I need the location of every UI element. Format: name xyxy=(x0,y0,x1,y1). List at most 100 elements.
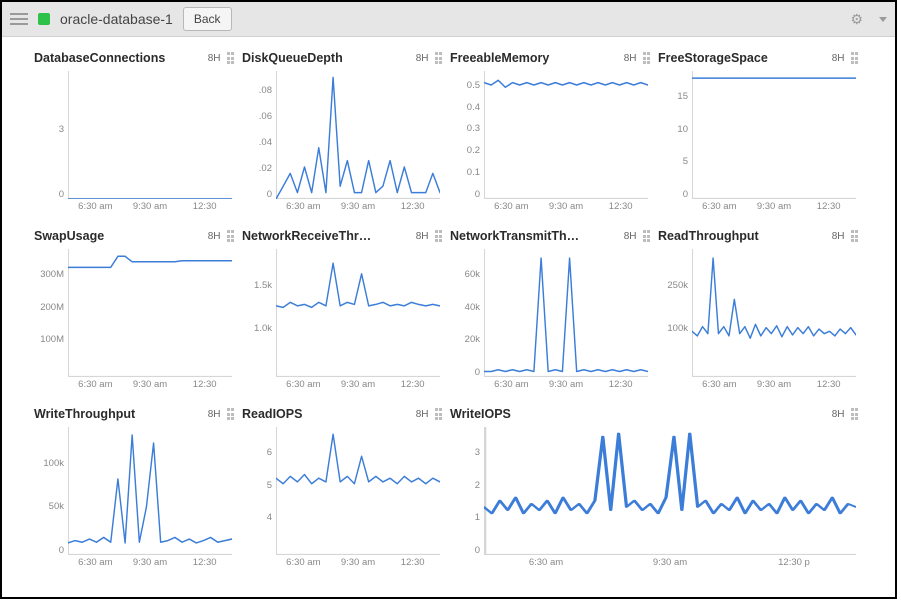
caret-down-icon[interactable] xyxy=(879,17,887,22)
chart-plot: 100M200M300M6:30 am9:30 am12:30 xyxy=(34,247,234,395)
back-button[interactable]: Back xyxy=(183,7,232,31)
grip-icon[interactable] xyxy=(643,52,651,64)
chart-header: ReadThroughput8H xyxy=(658,225,858,247)
y-axis: 456 xyxy=(242,425,276,555)
x-tick: 9:30 am xyxy=(539,201,594,217)
x-tick: 6:30 am xyxy=(484,201,539,217)
chart-title: FreeStorageSpace xyxy=(658,51,832,65)
grip-icon[interactable] xyxy=(435,52,443,64)
chart-title: WriteThroughput xyxy=(34,407,208,421)
y-axis: 00.10.20.30.40.5 xyxy=(450,69,484,199)
y-tick: .06 xyxy=(242,95,276,121)
y-tick: 0.4 xyxy=(450,91,484,113)
x-tick: 9:30 am xyxy=(123,201,178,217)
time-range-label[interactable]: 8H xyxy=(624,53,637,64)
time-range-label[interactable]: 8H xyxy=(832,409,845,420)
y-tick: 100k xyxy=(658,290,692,333)
y-tick: 1.0k xyxy=(242,290,276,333)
y-tick: 1.5k xyxy=(242,247,276,290)
gear-icon[interactable]: ⚙ xyxy=(846,7,867,32)
x-tick: 12:30 xyxy=(593,379,648,395)
grip-icon[interactable] xyxy=(643,230,651,242)
chart-card-freemem: FreeableMemory8H 00.10.20.30.40.56:30 am9… xyxy=(450,47,650,217)
page-title: oracle-database-1 xyxy=(60,11,173,27)
grip-icon[interactable] xyxy=(227,230,235,242)
grip-icon[interactable] xyxy=(227,52,235,64)
y-axis: 03 xyxy=(34,69,68,199)
grip-icon[interactable] xyxy=(851,408,859,420)
grip-icon[interactable] xyxy=(435,230,443,242)
time-range-label[interactable]: 8H xyxy=(624,231,637,242)
x-tick: 12:30 xyxy=(177,557,232,573)
time-range-label[interactable]: 8H xyxy=(416,53,429,64)
x-tick: 6:30 am xyxy=(276,557,331,573)
x-axis: 6:30 am9:30 am12:30 xyxy=(692,379,856,395)
x-tick: 6:30 am xyxy=(276,379,331,395)
time-range-label[interactable]: 8H xyxy=(208,409,221,420)
chart-header: DiskQueueDepth8H xyxy=(242,47,442,69)
x-tick: 12:30 xyxy=(385,201,440,217)
x-tick: 6:30 am xyxy=(276,201,331,217)
y-tick: 60k xyxy=(450,247,484,280)
grip-icon[interactable] xyxy=(227,408,235,420)
x-tick: 9:30 am xyxy=(608,557,732,573)
x-tick: 6:30 am xyxy=(68,201,123,217)
chart-plot: 020k40k60k6:30 am9:30 am12:30 xyxy=(450,247,650,395)
chart-header: NetworkTransmitTh…8H xyxy=(450,225,650,247)
chart-title: FreeableMemory xyxy=(450,51,624,65)
x-axis: 6:30 am9:30 am12:30 xyxy=(692,201,856,217)
y-tick: 50k xyxy=(34,468,68,511)
y-tick: 200M xyxy=(34,280,68,313)
y-tick: 2 xyxy=(450,458,484,491)
y-tick: 6 xyxy=(242,425,276,458)
chart-header: SwapUsage8H xyxy=(34,225,234,247)
x-axis: 6:30 am9:30 am12:30 xyxy=(276,379,440,395)
x-tick: 6:30 am xyxy=(484,557,608,573)
chart-card-writetp: WriteThroughput8H050k100k6:30 am9:30 am1… xyxy=(34,403,234,573)
x-tick: 6:30 am xyxy=(692,379,747,395)
y-axis: 1.0k1.5k xyxy=(242,247,276,377)
y-tick: .02 xyxy=(242,147,276,173)
y-tick: 4 xyxy=(242,490,276,523)
grip-icon[interactable] xyxy=(851,52,859,64)
y-axis: 051015 xyxy=(658,69,692,199)
chart-card-netrx: NetworkReceiveThr…8H1.0k1.5k6:30 am9:30 … xyxy=(242,225,442,395)
time-range-label[interactable]: 8H xyxy=(208,231,221,242)
chart-title: DatabaseConnections xyxy=(34,51,208,65)
chart-header: DatabaseConnections8H xyxy=(34,47,234,69)
time-range-label[interactable]: 8H xyxy=(416,231,429,242)
chart-plot: 01236:30 am9:30 am12:30 p xyxy=(450,425,858,573)
x-tick: 9:30 am xyxy=(331,557,386,573)
y-tick: 250k xyxy=(658,247,692,290)
y-axis: 020k40k60k xyxy=(450,247,484,377)
grip-icon[interactable] xyxy=(851,230,859,242)
chart-title: NetworkTransmitTh… xyxy=(450,229,624,243)
chart-header: FreeStorageSpace8H xyxy=(658,47,858,69)
menu-icon[interactable] xyxy=(10,10,28,28)
top-bar: oracle-database-1 Back ⚙ xyxy=(2,2,895,37)
time-range-label[interactable]: 8H xyxy=(208,53,221,64)
time-range-label[interactable]: 8H xyxy=(832,231,845,242)
time-range-label[interactable]: 8H xyxy=(416,409,429,420)
chart-header: WriteThroughput8H xyxy=(34,403,234,425)
x-tick: 9:30 am xyxy=(747,379,802,395)
x-tick: 12:30 xyxy=(801,379,856,395)
y-axis: 0123 xyxy=(450,425,484,555)
x-tick: 12:30 xyxy=(801,201,856,217)
x-tick: 6:30 am xyxy=(68,379,123,395)
chart-title: SwapUsage xyxy=(34,229,208,243)
time-range-label[interactable]: 8H xyxy=(832,53,845,64)
y-tick: 0 xyxy=(658,167,692,200)
y-tick: 5 xyxy=(658,134,692,167)
x-tick: 12:30 xyxy=(593,201,648,217)
x-tick: 12:30 xyxy=(177,379,232,395)
y-tick: 3 xyxy=(450,425,484,458)
chart-title: ReadIOPS xyxy=(242,407,416,421)
chart-title: DiskQueueDepth xyxy=(242,51,416,65)
y-tick: 20k xyxy=(450,312,484,345)
chart-card-freestor: FreeStorageSpace8H0510156:30 am9:30 am12… xyxy=(658,47,858,217)
chart-card-readtp: ReadThroughput8H 100k250k 6:30 am9:30 am12… xyxy=(658,225,858,395)
chart-card-swap: SwapUsage8H100M200M300M6:30 am9:30 am12:… xyxy=(34,225,234,395)
grip-icon[interactable] xyxy=(435,408,443,420)
x-tick: 12:30 xyxy=(385,379,440,395)
